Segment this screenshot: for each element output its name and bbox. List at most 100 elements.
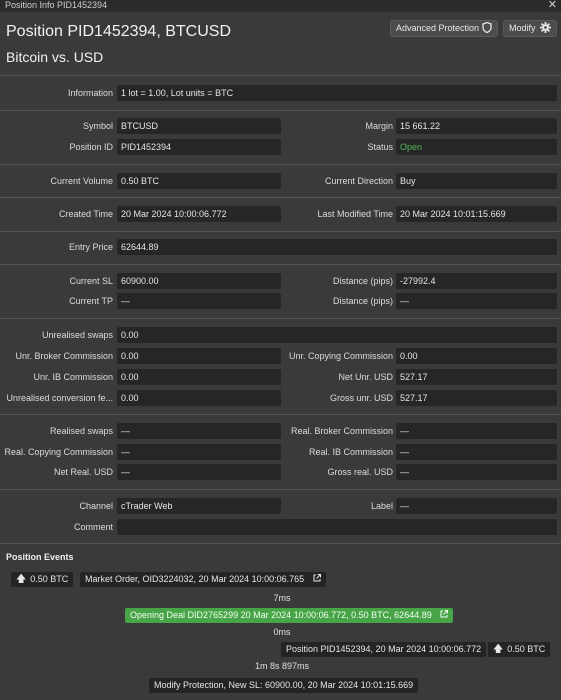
event-modify-protection-text: Modify Protection, New SL: 60900.00, 20 … [154,680,414,690]
event-gap-1: 7ms [273,593,291,603]
real-broker-commission-value: — [396,423,557,439]
page-title: Position PID1452394, BTCUSD [6,23,231,40]
divider [0,164,561,165]
distance-sl-value: -27992.4 [396,273,557,289]
current-tp-value: — [117,293,281,309]
symbol-label: Symbol [82,121,113,131]
information-value: 1 lot = 1.00, Lot units = BTC [117,85,557,101]
unr-copying-commission-value: 0.00 [396,348,557,364]
event-opening-deal[interactable]: Opening Deal DID2765299 20 Mar 2024 10:0… [125,608,454,623]
gross-real-usd-label: Gross real. USD [327,467,393,477]
label-field-label: Label [370,501,393,511]
external-link-icon[interactable] [310,574,321,584]
margin-label: Margin [365,121,393,131]
gross-unr-usd-value: 527.17 [396,390,557,406]
current-direction-value: Buy [396,173,557,189]
created-time-label: Created Time [58,209,113,219]
gear-icon [540,22,551,37]
distance-tp-value: — [396,293,557,309]
current-volume-value: 0.50 BTC [117,173,281,189]
gross-unr-usd-label: Gross unr. USD [329,393,393,403]
created-time-value: 20 Mar 2024 10:00:06.772 [117,206,281,222]
event-position-text: Position PID1452394, 20 Mar 2024 10:00:0… [286,644,482,654]
unr-broker-commission-value: 0.00 [117,348,281,364]
gross-real-usd-value: — [396,464,557,480]
position-events-title: Position Events [6,552,74,562]
information-label: Information [67,88,113,98]
entry-price-label: Entry Price [68,242,113,252]
status-value: Open [396,139,557,155]
entry-price-value: 62644.89 [117,239,557,255]
realised-swaps-value: — [117,423,281,439]
divider [0,197,561,198]
divider [0,318,561,319]
unrealised-conversion-fee-value: 0.00 [117,390,281,406]
channel-label: Channel [79,501,113,511]
event-volume-badge-2: 🡅 0.50 BTC [488,642,551,657]
unrealised-swaps-label: Unrealised swaps [41,330,113,340]
event-volume-text-2: 0.50 BTC [507,644,546,654]
modify-label: Modify [509,23,536,33]
page-subtitle: Bitcoin vs. USD [6,49,104,65]
current-tp-label: Current TP [69,296,113,306]
shield-icon [482,21,492,37]
label-field-value: — [396,498,557,514]
event-position[interactable]: Position PID1452394, 20 Mar 2024 10:00:0… [281,642,487,657]
margin-value: 15 661.22 [396,118,557,134]
current-sl-value: 60900.00 [117,273,281,289]
distance-tp-label: Distance (pips) [332,296,393,306]
event-gap-3: 1m 8s 897ms [254,661,310,671]
real-copying-commission-label: Real. Copying Commission [4,447,113,457]
real-ib-commission-label: Real. IB Commission [308,447,393,457]
advanced-protection-button[interactable]: Advanced Protection [390,20,498,37]
external-link-icon[interactable] [438,610,449,620]
unrealised-conversion-fee-label: Unrealised conversion fe... [6,393,113,403]
current-sl-label: Current SL [69,276,113,286]
divider [0,543,561,544]
divider [0,489,561,490]
divider [0,414,561,415]
event-market-order[interactable]: Market Order, OID3224032, 20 Mar 2024 10… [80,572,326,587]
real-copying-commission-value: — [117,444,281,460]
realised-swaps-label: Realised swaps [49,426,113,436]
last-modified-time-value: 20 Mar 2024 10:01:15.669 [396,206,557,222]
last-modified-time-label: Last Modified Time [317,209,393,219]
event-volume-text: 0.50 BTC [30,574,69,584]
net-unr-usd-label: Net Unr. USD [338,372,393,382]
event-volume-badge: 🡅 0.50 BTC [11,572,74,587]
event-market-order-text: Market Order, OID3224032, 20 Mar 2024 10… [85,574,305,584]
comment-value [117,519,557,535]
position-id-label: Position ID [69,142,113,152]
net-real-usd-value: — [117,464,281,480]
unr-ib-commission-value: 0.00 [117,369,281,385]
unr-copying-commission-label: Unr. Copying Commission [288,351,393,361]
divider [0,75,561,76]
divider [0,264,561,265]
distance-sl-label: Distance (pips) [332,276,393,286]
current-volume-label: Current Volume [50,176,113,186]
unrealised-swaps-value: 0.00 [117,327,557,343]
event-gap-2: 0ms [273,627,291,637]
real-ib-commission-value: — [396,444,557,460]
arrow-up-icon: 🡅 [493,644,504,655]
position-id-value: PID1452394 [117,139,281,155]
comment-label: Comment [73,522,113,532]
status-label: Status [367,142,393,152]
unr-ib-commission-label: Unr. IB Commission [33,372,113,382]
symbol-value: BTCUSD [117,118,281,134]
divider [0,231,561,232]
net-unr-usd-value: 527.17 [396,369,557,385]
net-real-usd-label: Net Real. USD [53,467,113,477]
current-direction-label: Current Direction [324,176,393,186]
modify-button[interactable]: Modify [503,20,557,37]
event-modify-protection[interactable]: Modify Protection, New SL: 60900.00, 20 … [149,678,419,693]
event-opening-deal-text: Opening Deal DID2765299 20 Mar 2024 10:0… [130,610,432,620]
real-broker-commission-label: Real. Broker Commission [290,426,393,436]
window-titlebar: Position Info PID1452394 ✕ [0,0,561,12]
unr-broker-commission-label: Unr. Broker Commission [15,351,113,361]
close-icon[interactable]: ✕ [548,0,557,11]
channel-value: cTrader Web [117,498,281,514]
advanced-protection-label: Advanced Protection [396,23,480,33]
divider [0,110,561,111]
arrow-up-icon: 🡅 [16,574,27,585]
